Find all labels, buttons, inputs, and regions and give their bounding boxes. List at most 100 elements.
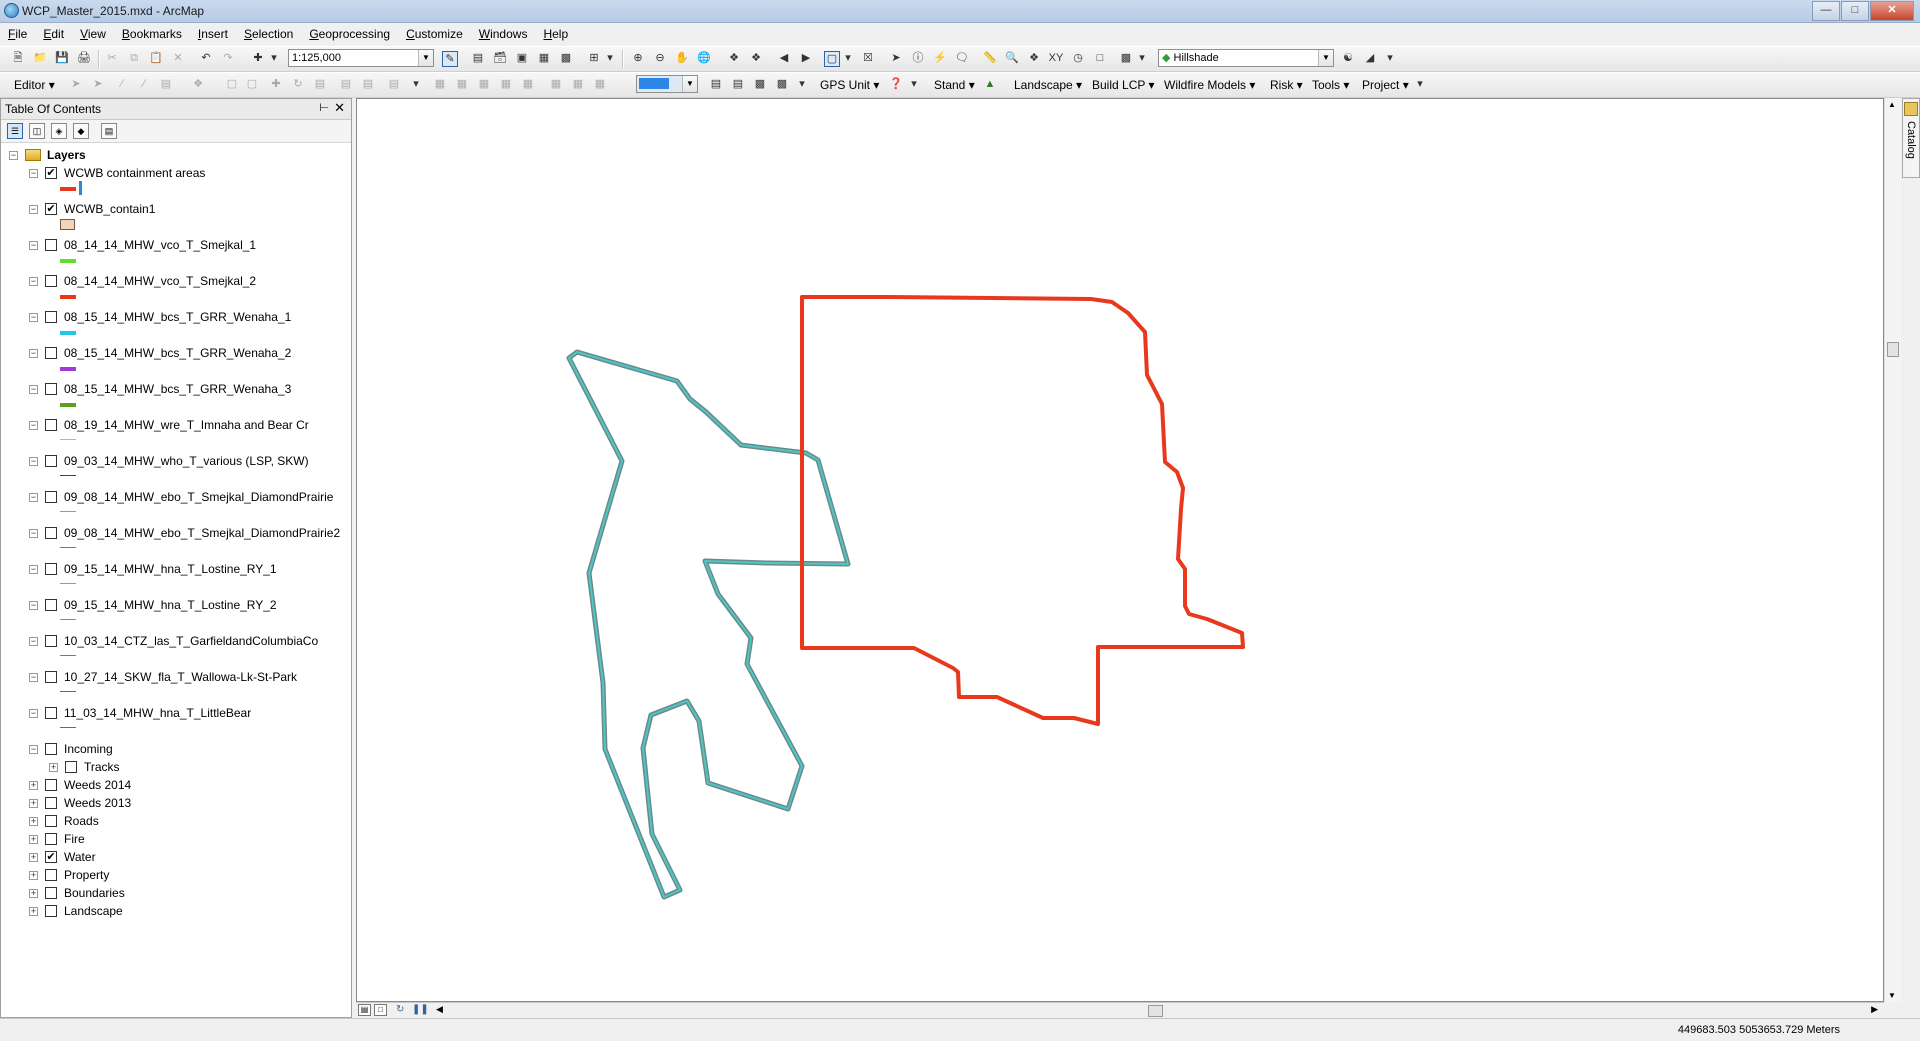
select-elements-icon[interactable]: ➤ [888, 51, 904, 67]
add-data-icon[interactable]: ✚ [250, 51, 266, 67]
rotate-icon[interactable]: ↻ [290, 77, 306, 93]
catalog-side-tab[interactable]: Catalog [1902, 98, 1920, 178]
layer-item[interactable]: − ✔ WCWB containment areas [1, 165, 351, 181]
collapse-icon[interactable]: − [29, 421, 38, 430]
add-data-dropdown-icon[interactable]: ▾ [266, 51, 282, 67]
python-window-icon[interactable]: ▩ [558, 51, 574, 67]
maximize-button[interactable]: □ [1841, 1, 1869, 21]
paste-icon[interactable]: 📋 [148, 51, 164, 67]
menu-selection[interactable]: Selection [236, 23, 301, 45]
refresh-view-icon[interactable]: ▩ [752, 77, 768, 93]
raster-tool-7-icon[interactable]: ▦ [570, 77, 586, 93]
raster-tool-1-icon[interactable]: ▦ [432, 77, 448, 93]
layer-visibility-checkbox[interactable] [45, 491, 57, 503]
menu-edit[interactable]: Edit [35, 23, 72, 45]
help-icon[interactable]: ❓ [888, 77, 904, 93]
delete-icon[interactable]: ✕ [170, 51, 186, 67]
undo-icon[interactable]: ↶ [198, 51, 214, 67]
layer-dropdown[interactable]: ◆ Hillshade ▼ [1158, 49, 1334, 67]
layer-visibility-checkbox[interactable]: ✔ [45, 851, 57, 863]
collapse-icon[interactable]: − [29, 457, 38, 466]
measure-icon[interactable]: 📏 [982, 51, 998, 67]
layer-visibility-checkbox[interactable] [65, 761, 77, 773]
copy-icon[interactable]: ⧉ [126, 51, 142, 67]
raster-tool-6-icon[interactable]: ▦ [548, 77, 564, 93]
layer-visibility-checkbox[interactable] [45, 797, 57, 809]
layer-visibility-checkbox[interactable] [45, 527, 57, 539]
close-icon[interactable]: ✕ [334, 100, 345, 116]
contour-icon[interactable]: ☯ [1340, 51, 1356, 67]
menu-help[interactable]: Help [535, 23, 576, 45]
print-icon[interactable]: 🖨 [76, 51, 92, 67]
horizontal-scroll-thumb[interactable] [1148, 1005, 1163, 1017]
map-vertical-scrollbar[interactable]: ▲ ▼ [1884, 98, 1901, 1002]
raster-tool-5-icon[interactable]: ▦ [520, 77, 536, 93]
expand-icon[interactable]: + [29, 871, 38, 880]
georef-icon[interactable]: ▤ [386, 77, 402, 93]
layer-visibility-checkbox[interactable] [45, 239, 57, 251]
attributes-icon[interactable]: ▤ [312, 77, 328, 93]
layer-visibility-checkbox[interactable] [45, 455, 57, 467]
menu-view[interactable]: View [72, 23, 114, 45]
fixed-zoom-out-icon[interactable]: ❖ [748, 51, 764, 67]
layer-item[interactable]: − 10_03_14_CTZ_las_T_GarfieldandColumbiaC… [1, 633, 351, 649]
layer-visibility-checkbox[interactable] [45, 869, 57, 881]
gps-unit-menu[interactable]: GPS Unit ▾ [820, 77, 879, 93]
layer-item[interactable]: − ✔ WCWB_contain1 [1, 201, 351, 217]
redo-icon[interactable]: ↷ [220, 51, 236, 67]
layer-visibility-checkbox[interactable] [45, 275, 57, 287]
select-dropdown-icon[interactable]: ▾ [840, 51, 856, 67]
group-layer-item[interactable]: + ✔ Water [1, 849, 351, 865]
layer-item[interactable]: − 08_14_14_MHW_vco_T_Smejkal_1 [1, 237, 351, 253]
raster-tool-2-icon[interactable]: ▦ [454, 77, 470, 93]
expand-icon[interactable]: + [29, 907, 38, 916]
group-layer-item[interactable]: + Weeds 2013 [1, 795, 351, 811]
wildfire-models-menu[interactable]: Wildfire Models ▾ [1164, 77, 1255, 93]
save-icon[interactable]: 💾 [54, 51, 70, 67]
toc-options-icon[interactable]: ▤ [101, 123, 117, 139]
toolbar-options-icon[interactable]: ▾ [794, 77, 810, 93]
layer-visibility-checkbox[interactable] [45, 311, 57, 323]
layer-item[interactable]: − 08_15_14_MHW_bcs_T_GRR_Wenaha_3 [1, 381, 351, 397]
toolbar-options-icon[interactable]: ▾ [602, 51, 618, 67]
export-map-icon[interactable]: ▩ [774, 77, 790, 93]
pause-drawing-icon[interactable]: ❚❚ [412, 1004, 429, 1015]
time-slider-icon[interactable]: ◷ [1070, 51, 1086, 67]
raster-tool-4-icon[interactable]: ▦ [498, 77, 514, 93]
layer-item[interactable]: − 10_27_14_SKW_fla_T_Wallowa-Lk-St-Park [1, 669, 351, 685]
layer-item[interactable]: − 09_08_14_MHW_ebo_T_Smejkal_DiamondPrair… [1, 489, 351, 505]
select-features-icon[interactable]: ▢ [824, 51, 840, 67]
find-route-icon[interactable]: ❖ [1026, 51, 1042, 67]
group-layer-item[interactable]: + Roads [1, 813, 351, 829]
go-back-icon[interactable]: ◀ [776, 51, 792, 67]
collapse-icon[interactable]: − [29, 205, 38, 214]
open-folder-icon[interactable]: 📁 [32, 51, 48, 67]
collapse-icon[interactable]: − [9, 151, 18, 160]
layer-visibility-checkbox[interactable] [45, 599, 57, 611]
layer-visibility-checkbox[interactable] [45, 419, 57, 431]
collapse-icon[interactable]: − [29, 565, 38, 574]
tools-menu[interactable]: Tools ▾ [1312, 77, 1349, 93]
collapse-icon[interactable]: − [29, 673, 38, 682]
red-containment-polygon[interactable] [800, 295, 1245, 726]
options-dropdown-icon[interactable]: ▾ [1134, 51, 1150, 67]
reshape-icon[interactable]: ▢ [224, 77, 240, 93]
group-layer-item[interactable]: + Boundaries [1, 885, 351, 901]
layer-item[interactable]: − 09_08_14_MHW_ebo_T_Smejkal_DiamondPrair… [1, 525, 351, 541]
endpoint-arc-icon[interactable]: ∕ [136, 77, 152, 93]
cut-polygons-icon[interactable]: ▢ [244, 77, 260, 93]
collapse-icon[interactable]: − [29, 385, 38, 394]
collapse-icon[interactable]: − [29, 349, 38, 358]
list-by-drawing-order-icon[interactable]: ☰ [7, 123, 23, 139]
zoom-out-icon[interactable]: ⊖ [652, 51, 668, 67]
layer-visibility-checkbox[interactable] [45, 743, 57, 755]
pan-icon[interactable]: ✋ [674, 51, 690, 67]
layer-item[interactable]: − 09_03_14_MHW_who_T_various (LSP, SKW) [1, 453, 351, 469]
stand-menu[interactable]: Stand ▾ [934, 77, 975, 93]
menu-insert[interactable]: Insert [190, 23, 236, 45]
layer-visibility-checkbox[interactable]: ✔ [45, 167, 57, 179]
layer-visibility-checkbox[interactable] [45, 815, 57, 827]
find-icon[interactable]: 🔍 [1004, 51, 1020, 67]
cut-icon[interactable]: ✂ [104, 51, 120, 67]
collapse-icon[interactable]: − [29, 529, 38, 538]
